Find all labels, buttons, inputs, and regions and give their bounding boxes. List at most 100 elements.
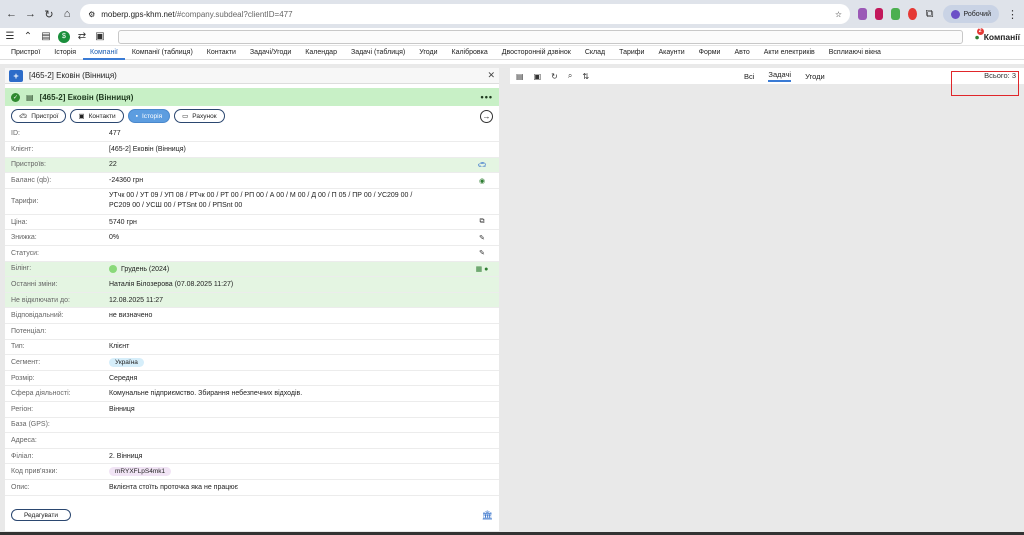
extension-z-icon[interactable] bbox=[874, 8, 884, 20]
hamburger-icon[interactable]: ☰ bbox=[4, 31, 16, 43]
extension-pen-icon[interactable] bbox=[858, 8, 867, 20]
menu-item-tasks-deals[interactable]: Задачі/Угоди bbox=[243, 46, 298, 60]
history-toolbar: ▤ ▣ ↻ ⌕ ⇅ Всі Задачі Угоди Всього: 3 bbox=[510, 68, 1024, 84]
billing-actions[interactable]: ▦ ● bbox=[465, 261, 499, 278]
tab-deals[interactable]: Угоди bbox=[805, 72, 825, 81]
menu-item-warehouse[interactable]: Склад bbox=[578, 46, 612, 60]
edit-pencil-icon[interactable]: ✎ bbox=[465, 229, 499, 247]
briefcase-icon: ▪ bbox=[135, 112, 138, 120]
tab-invoice-label: Рахунок bbox=[192, 112, 217, 120]
dollar-icon[interactable]: $ bbox=[58, 30, 70, 43]
add-icon[interactable]: + bbox=[9, 69, 23, 82]
menu-item-electrician-acts[interactable]: Акти електриків bbox=[757, 46, 822, 60]
calendar-icon[interactable]: ▦ bbox=[476, 266, 483, 273]
document-icon[interactable]: ▤ bbox=[40, 31, 52, 43]
row-label: Статуси: bbox=[5, 245, 109, 262]
card-tabs: 🚗︎ Пристрої ▣ Контакти ▪ Історія ▭ Рахунок → bbox=[5, 106, 499, 126]
document-icon: ▤ bbox=[26, 92, 34, 102]
tab-invoice[interactable]: ▭ Рахунок bbox=[174, 109, 225, 123]
menu-item-tariffs[interactable]: Тарифи bbox=[612, 46, 651, 60]
row-value bbox=[109, 417, 465, 434]
table-row: Розмір: Середня bbox=[5, 370, 499, 387]
home-icon[interactable]: ⌂ bbox=[62, 7, 72, 21]
table-row: Опис: Вклієнта стоїть проточка яка не пра… bbox=[5, 479, 499, 496]
row-label: Клієнт: bbox=[5, 141, 109, 158]
menu-item-companies-table[interactable]: Компанії (таблиця) bbox=[125, 46, 200, 60]
tab-tasks[interactable]: Задачі bbox=[768, 70, 792, 82]
site-info-icon[interactable]: ⚙ bbox=[88, 10, 95, 19]
menu-item-tasks-table[interactable]: Задачі (таблиця) bbox=[344, 46, 412, 60]
person-icon: ● 2 bbox=[975, 27, 984, 42]
refresh-icon[interactable]: ↻ bbox=[551, 72, 558, 81]
menu-item-forms[interactable]: Форми bbox=[692, 46, 728, 60]
row-value: Вінниця bbox=[109, 401, 465, 418]
company-info-table: ID: 477 Клієнт: [465-2] Ековін (Вінниця) П… bbox=[5, 126, 499, 496]
row-value: УТчк 00 / УТ 09 / УП 08 / РТчк 00 / РТ 0… bbox=[109, 188, 465, 215]
car-icon[interactable]: 🚗︎ bbox=[465, 157, 499, 174]
row-label: Тарифи: bbox=[5, 188, 109, 215]
car-icon: 🚗︎ bbox=[19, 113, 28, 120]
row-value: Вклієнта стоїть проточка яка не працює bbox=[109, 479, 465, 496]
tab-history[interactable]: ▪ Історія bbox=[127, 109, 171, 123]
menu-item-auto[interactable]: Авто bbox=[727, 46, 756, 60]
reload-icon[interactable]: ↻ bbox=[44, 7, 54, 21]
check-circle-icon[interactable]: ● bbox=[484, 266, 488, 273]
bookmark-star-icon[interactable]: ☆ bbox=[835, 10, 842, 19]
row-label: Сегмент: bbox=[5, 354, 109, 371]
row-value: 477 bbox=[109, 126, 465, 143]
external-link-icon[interactable]: ⧉ bbox=[465, 214, 499, 231]
check-icon: ✓ bbox=[11, 92, 20, 102]
address-bar[interactable]: ⚙ moberp.gps-khm.net/#company.subdeal?cl… bbox=[80, 4, 851, 24]
row-label: Не відключати до: bbox=[5, 292, 109, 309]
chevron-up-icon[interactable]: ⌃ bbox=[22, 31, 34, 43]
document-icon[interactable]: ▤ bbox=[516, 72, 524, 81]
profile-label: Робочий bbox=[963, 10, 992, 18]
tab-all[interactable]: Всі bbox=[744, 72, 754, 81]
extension-android-icon[interactable] bbox=[891, 8, 900, 20]
sort-icon[interactable]: ⇅ bbox=[582, 72, 589, 81]
menu-item-two-way-call[interactable]: Двосторонній дзвінок bbox=[495, 46, 578, 60]
row-value bbox=[109, 432, 465, 449]
menu-item-contacts[interactable]: Контакти bbox=[200, 46, 243, 60]
edit-pencil-icon[interactable]: ✎ bbox=[465, 245, 499, 262]
more-menu-icon[interactable]: ⋮ bbox=[1007, 7, 1018, 21]
company-card-header: ✓ ▤ [465-2] Ековін (Вінниця) ••• bbox=[5, 88, 499, 106]
row-label: Розмір: bbox=[5, 370, 109, 387]
edit-button[interactable]: Редагувати bbox=[11, 509, 72, 521]
row-value: Грудень (2024) bbox=[109, 261, 465, 278]
menu-item-popups[interactable]: Всплиаючі вікна bbox=[822, 46, 888, 60]
menu-item-accounts[interactable]: Акаунти bbox=[651, 46, 691, 60]
row-label: Код прив'язки: bbox=[5, 463, 109, 480]
swap-icon[interactable]: ⇄ bbox=[76, 31, 88, 43]
menu-item-calibration[interactable]: Калібровка bbox=[445, 46, 495, 60]
search-icon[interactable]: ⌕ bbox=[568, 71, 572, 81]
row-value bbox=[109, 245, 465, 262]
tab-contacts[interactable]: ▣ Контакти bbox=[70, 109, 124, 123]
card-title: [465-2] Ековін (Вінниця) bbox=[39, 92, 134, 102]
balance-icon[interactable]: ◉ bbox=[465, 172, 499, 189]
close-icon[interactable]: ✕ bbox=[487, 70, 495, 81]
global-search-input[interactable] bbox=[118, 29, 963, 44]
table-row: Код прив'язки: mRYXFLpS4mk1 bbox=[5, 463, 499, 480]
extensions-puzzle-icon[interactable]: ⧉ bbox=[925, 7, 935, 21]
menu-item-companies[interactable]: Компанії bbox=[83, 46, 125, 60]
tab-devices[interactable]: 🚗︎ Пристрої bbox=[11, 109, 67, 123]
toolbox-icon[interactable]: ▣ bbox=[94, 31, 106, 43]
status-dot bbox=[109, 264, 117, 273]
billing-value: Грудень (2024) bbox=[121, 265, 170, 273]
bank-icon[interactable]: 🏛︎ bbox=[482, 510, 493, 521]
back-icon[interactable]: ← bbox=[6, 7, 17, 21]
arrow-right-icon[interactable]: → bbox=[480, 109, 493, 123]
extension-opera-icon[interactable] bbox=[907, 8, 917, 20]
toolbox-icon[interactable]: ▣ bbox=[534, 72, 542, 81]
menu-item-calendar[interactable]: Календар bbox=[298, 46, 344, 60]
forward-icon[interactable]: → bbox=[25, 7, 36, 21]
menu-item-devices[interactable]: Пристрої bbox=[4, 46, 47, 60]
more-options-icon[interactable]: ••• bbox=[481, 92, 493, 102]
menu-item-history[interactable]: Історія bbox=[47, 46, 83, 60]
row-label: Відповідальний: bbox=[5, 307, 109, 325]
menu-item-deals[interactable]: Угоди bbox=[412, 46, 444, 60]
companies-indicator[interactable]: ● 2 Компанії bbox=[975, 27, 1020, 42]
workspace: + [465-2] Ековін (Вінниця) ✕ ✓ ▤ [465-2]… bbox=[0, 64, 1024, 535]
profile-button[interactable]: Робочий bbox=[942, 5, 1000, 23]
